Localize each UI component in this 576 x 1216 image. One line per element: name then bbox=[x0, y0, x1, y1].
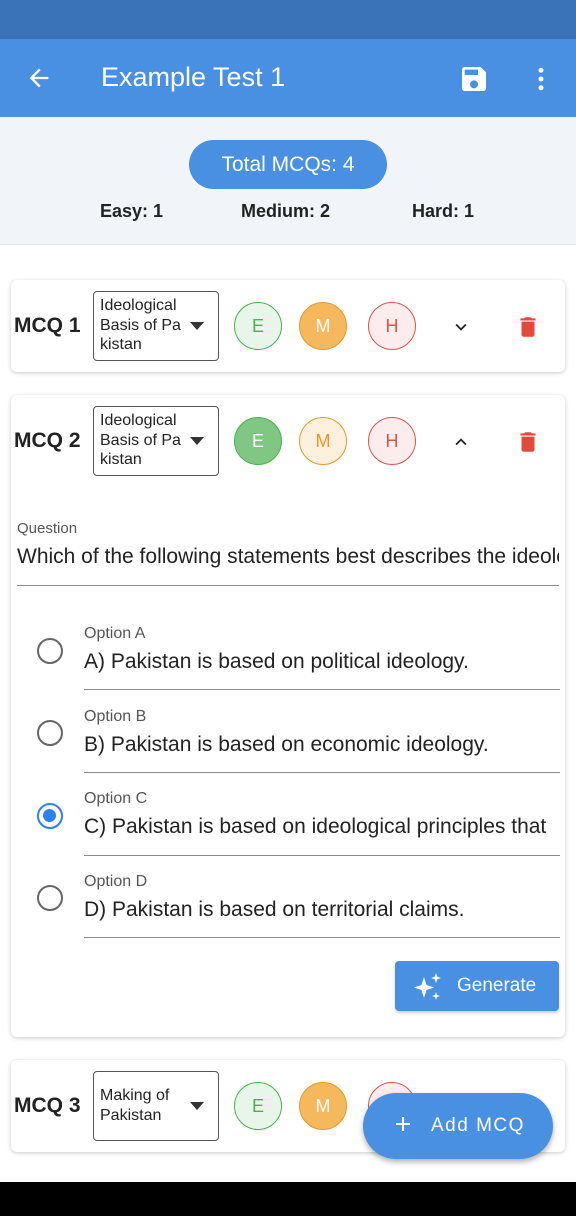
chevron-up-icon bbox=[455, 438, 467, 446]
sparkles-icon bbox=[414, 973, 441, 1000]
option-a-input[interactable]: A) Pakistan is based on political ideolo… bbox=[84, 650, 560, 674]
option-c-input[interactable]: C) Pakistan is based on ideological prin… bbox=[84, 815, 560, 839]
app-bar: Example Test 1 bbox=[0, 39, 576, 117]
topic-dropdown[interactable]: Making of Pakistan bbox=[93, 1071, 219, 1141]
topic-dropdown[interactable]: Ideological Basis of Pakistan bbox=[93, 406, 219, 476]
question-underline bbox=[17, 585, 559, 586]
status-bar bbox=[0, 0, 576, 39]
caret-down-icon bbox=[190, 437, 204, 445]
trash-icon bbox=[520, 432, 536, 452]
delete-mcq-button[interactable] bbox=[513, 425, 543, 459]
option-d-radio[interactable] bbox=[37, 885, 63, 911]
topic-dropdown[interactable]: Ideological Basis of Pakistan bbox=[93, 291, 219, 361]
more-options-button[interactable] bbox=[526, 61, 556, 97]
mcq-label: MCQ 1 bbox=[14, 314, 81, 337]
delete-mcq-button[interactable] bbox=[513, 310, 543, 344]
caret-down-icon bbox=[190, 1102, 204, 1110]
add-mcq-button[interactable]: Add MCQ bbox=[363, 1093, 553, 1159]
option-c-radio[interactable] bbox=[37, 803, 63, 829]
option-b-underline bbox=[84, 772, 560, 773]
option-d-underline bbox=[84, 937, 560, 938]
expand-button[interactable] bbox=[446, 312, 476, 342]
difficulty-easy-button[interactable]: E bbox=[234, 417, 282, 465]
difficulty-easy-button[interactable]: E bbox=[234, 1082, 282, 1130]
option-d-caption: Option D bbox=[84, 873, 148, 890]
collapse-button[interactable] bbox=[446, 427, 476, 457]
option-a-underline bbox=[84, 689, 560, 690]
mcq-card-1: MCQ 1 Ideological Basis of Pakistan E M … bbox=[11, 280, 565, 372]
mcq-summary: Total MCQs: 4 Easy: 1 Medium: 2 Hard: 1 bbox=[0, 117, 576, 245]
generate-button[interactable]: Generate bbox=[395, 961, 559, 1011]
caret-down-icon bbox=[190, 322, 204, 330]
medium-count: Medium: 2 bbox=[241, 201, 331, 221]
difficulty-medium-button[interactable]: M bbox=[299, 1082, 347, 1130]
option-b-radio[interactable] bbox=[37, 720, 63, 746]
question-input[interactable]: Which of the following statements best d… bbox=[17, 545, 559, 569]
option-c-caption: Option C bbox=[84, 790, 148, 807]
hard-count: Hard: 1 bbox=[412, 201, 475, 221]
generate-label: Generate bbox=[457, 975, 537, 996]
difficulty-medium-button[interactable]: M bbox=[299, 302, 347, 350]
topic-value: Making of Pakistan bbox=[100, 1087, 170, 1124]
arrow-left-icon bbox=[29, 68, 49, 88]
option-b-input[interactable]: B) Pakistan is based on economic ideolog… bbox=[84, 733, 560, 757]
system-nav-bar bbox=[0, 1182, 576, 1216]
mcq-label: MCQ 2 bbox=[14, 429, 81, 452]
easy-count: Easy: 1 bbox=[100, 201, 164, 221]
question-caption: Question bbox=[17, 520, 78, 537]
save-button[interactable] bbox=[456, 61, 492, 97]
more-vertical-icon bbox=[538, 67, 544, 91]
difficulty-easy-button[interactable]: E bbox=[234, 302, 282, 350]
total-mcqs-badge: Total MCQs: 4 bbox=[189, 140, 387, 189]
plus-icon bbox=[396, 1117, 410, 1131]
back-button[interactable] bbox=[22, 61, 56, 95]
option-b-caption: Option B bbox=[84, 708, 147, 725]
mcq-card-2: MCQ 2 Ideological Basis of Pakistan E M … bbox=[11, 395, 565, 1037]
save-icon bbox=[462, 67, 486, 91]
difficulty-medium-button[interactable]: M bbox=[299, 417, 347, 465]
option-c-underline bbox=[84, 855, 560, 856]
topic-value: Ideological Basis of Pakistan bbox=[100, 412, 181, 468]
difficulty-hard-button[interactable]: H bbox=[368, 417, 416, 465]
mcq-label: MCQ 3 bbox=[14, 1094, 81, 1117]
option-a-caption: Option A bbox=[84, 625, 146, 642]
trash-icon bbox=[520, 317, 536, 337]
topic-value: Ideological Basis of Pakistan bbox=[100, 297, 181, 353]
option-a-radio[interactable] bbox=[37, 638, 63, 664]
option-d-input[interactable]: D) Pakistan is based on territorial clai… bbox=[84, 898, 560, 922]
page-title: Example Test 1 bbox=[101, 62, 286, 92]
chevron-down-icon bbox=[455, 323, 467, 331]
add-mcq-label: Add MCQ bbox=[431, 1115, 525, 1136]
difficulty-hard-button[interactable]: H bbox=[368, 302, 416, 350]
